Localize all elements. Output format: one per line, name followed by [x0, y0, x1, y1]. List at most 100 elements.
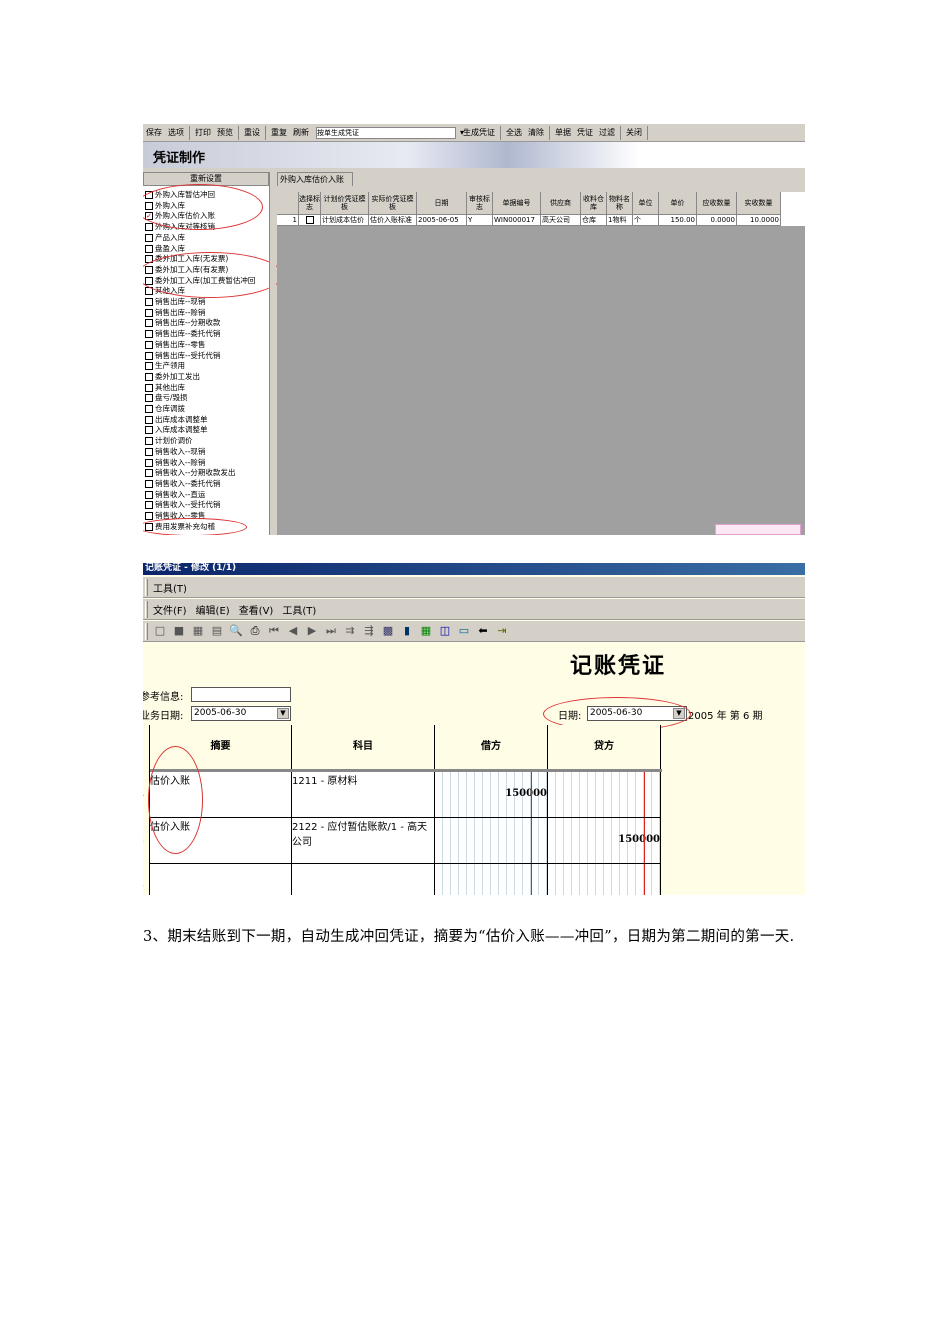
debit-cell[interactable]: 150000: [435, 772, 548, 818]
close-button[interactable]: 关闭: [623, 127, 645, 138]
save-button[interactable]: 保存: [143, 127, 165, 138]
list-item[interactable]: 销售收入--直运: [145, 490, 205, 500]
calculator-icon[interactable]: ▩: [381, 624, 395, 638]
new-icon[interactable]: □: [153, 624, 167, 638]
first-icon[interactable]: ⏮: [267, 624, 281, 638]
back-icon[interactable]: ⬅: [476, 624, 490, 638]
options-button[interactable]: 选项: [165, 127, 187, 138]
checkbox[interactable]: [145, 501, 153, 510]
summary-cell[interactable]: [150, 864, 292, 895]
checkbox[interactable]: [145, 340, 153, 349]
list-scrollbar[interactable]: [269, 172, 276, 535]
checkbox[interactable]: [145, 351, 153, 360]
select-all-button[interactable]: 全选: [503, 127, 525, 138]
list-item[interactable]: 销售出库--现销: [145, 297, 205, 307]
menu-view[interactable]: 查看(V): [239, 602, 274, 617]
debit-cell[interactable]: [435, 818, 548, 864]
print-button[interactable]: 打印: [192, 127, 214, 138]
template-icon[interactable]: ▤: [210, 624, 224, 638]
open-book-icon[interactable]: ◫: [438, 624, 452, 638]
menu-edit[interactable]: 编辑(E): [196, 602, 230, 617]
checkbox[interactable]: [145, 319, 153, 328]
account-cell[interactable]: 2122 - 应付暂估账款/1 - 高天公司: [292, 818, 435, 864]
next-icon[interactable]: ▶: [305, 624, 319, 638]
checkbox[interactable]: [145, 362, 153, 371]
checkbox[interactable]: [145, 469, 153, 478]
checkbox[interactable]: [145, 244, 153, 253]
delete-row-icon[interactable]: ⇶: [362, 624, 376, 638]
bizdate-select[interactable]: 2005-06-30 ▼: [191, 706, 291, 721]
list-item[interactable]: 销售出库--受托代销: [145, 351, 220, 361]
checkbox[interactable]: [145, 512, 153, 520]
list-item[interactable]: 销售出库--委托代销: [145, 329, 220, 339]
debit-cell[interactable]: [435, 864, 548, 895]
list-item[interactable]: 销售收入--赊销: [145, 458, 205, 468]
list-item[interactable]: 销售出库--赊销: [145, 308, 205, 318]
print-icon[interactable]: ⎙: [248, 624, 262, 638]
checkbox[interactable]: [145, 330, 153, 339]
list-item[interactable]: 销售收入--委托代销: [145, 479, 220, 489]
list-item[interactable]: 其他出库: [145, 383, 185, 393]
preview-icon[interactable]: 🔍: [229, 624, 243, 638]
list-item[interactable]: 产品入库: [145, 233, 185, 243]
checkbox[interactable]: [145, 223, 153, 232]
mode-select[interactable]: 按单生成凭证: [316, 126, 456, 139]
tab-estimated-entry[interactable]: 外购入库估价入账: [277, 172, 353, 186]
save-icon[interactable]: ■: [172, 624, 186, 638]
credit-cell[interactable]: 150000: [548, 818, 661, 864]
voucher-button[interactable]: 凭证: [574, 127, 596, 138]
checkbox[interactable]: [145, 372, 153, 381]
preview-button[interactable]: 预览: [214, 127, 236, 138]
account-cell[interactable]: 1211 - 原材料: [292, 772, 435, 818]
book-icon[interactable]: ▮: [400, 624, 414, 638]
list-item[interactable]: 入库成本调整单: [145, 425, 208, 435]
checkbox[interactable]: [145, 426, 153, 435]
list-item[interactable]: 委外加工发出: [145, 372, 200, 382]
checkbox[interactable]: [145, 394, 153, 403]
exit-icon[interactable]: ⇥: [495, 624, 509, 638]
ref-input[interactable]: [191, 687, 291, 702]
list-item[interactable]: 销售收入--受托代销: [145, 500, 220, 510]
credit-cell[interactable]: [548, 864, 661, 895]
list-item[interactable]: 盘亏/毁损: [145, 393, 188, 403]
clear-button[interactable]: 清除: [525, 127, 547, 138]
menu-tools-2[interactable]: 工具(T): [282, 602, 316, 617]
document-button[interactable]: 单据: [552, 127, 574, 138]
select-checkbox[interactable]: [306, 216, 314, 224]
list-item[interactable]: 销售收入--现销: [145, 447, 205, 457]
refresh-button[interactable]: 刷新: [290, 127, 312, 138]
checkbox[interactable]: [145, 405, 153, 413]
checkbox[interactable]: [145, 447, 153, 456]
grid-cell[interactable]: [299, 215, 321, 226]
checkbox[interactable]: [145, 233, 153, 242]
menu-file[interactable]: 文件(F): [153, 602, 187, 617]
list-item[interactable]: 生产领用: [145, 361, 185, 371]
menu-tools[interactable]: 工具(T): [153, 580, 187, 595]
row-number[interactable]: 3: [143, 864, 149, 895]
filter-button[interactable]: 过滤: [596, 127, 618, 138]
checkbox[interactable]: [145, 308, 153, 317]
list-item[interactable]: 计划价调价: [145, 436, 193, 446]
checkbox[interactable]: [145, 490, 153, 499]
row-number[interactable]: 2: [143, 818, 149, 864]
generate-voucher-button[interactable]: 生成凭证: [460, 127, 498, 138]
last-icon[interactable]: ⏭: [324, 624, 338, 638]
credit-cell[interactable]: [548, 772, 661, 818]
prev-icon[interactable]: ◀: [286, 624, 300, 638]
list-item[interactable]: 销售出库--分期收款: [145, 318, 220, 328]
repeat-button[interactable]: 重复: [268, 127, 290, 138]
list-item[interactable]: 销售出库--零售: [145, 340, 205, 350]
insert-row-icon[interactable]: ⇉: [343, 624, 357, 638]
dropdown-icon[interactable]: ▼: [277, 708, 289, 719]
save-as-icon[interactable]: ▦: [191, 624, 205, 638]
list-item[interactable]: 盘盈入库: [145, 244, 185, 254]
account-cell[interactable]: [292, 864, 435, 895]
grid-icon[interactable]: ▦: [419, 624, 433, 638]
checkbox[interactable]: [145, 383, 153, 392]
reset-button[interactable]: 重设: [241, 127, 263, 138]
checkbox[interactable]: [145, 458, 153, 467]
checkbox[interactable]: [145, 298, 153, 306]
list-item[interactable]: 销售收入--分期收款发出: [145, 468, 235, 478]
checkbox[interactable]: [145, 437, 153, 446]
checkbox[interactable]: [145, 479, 153, 488]
